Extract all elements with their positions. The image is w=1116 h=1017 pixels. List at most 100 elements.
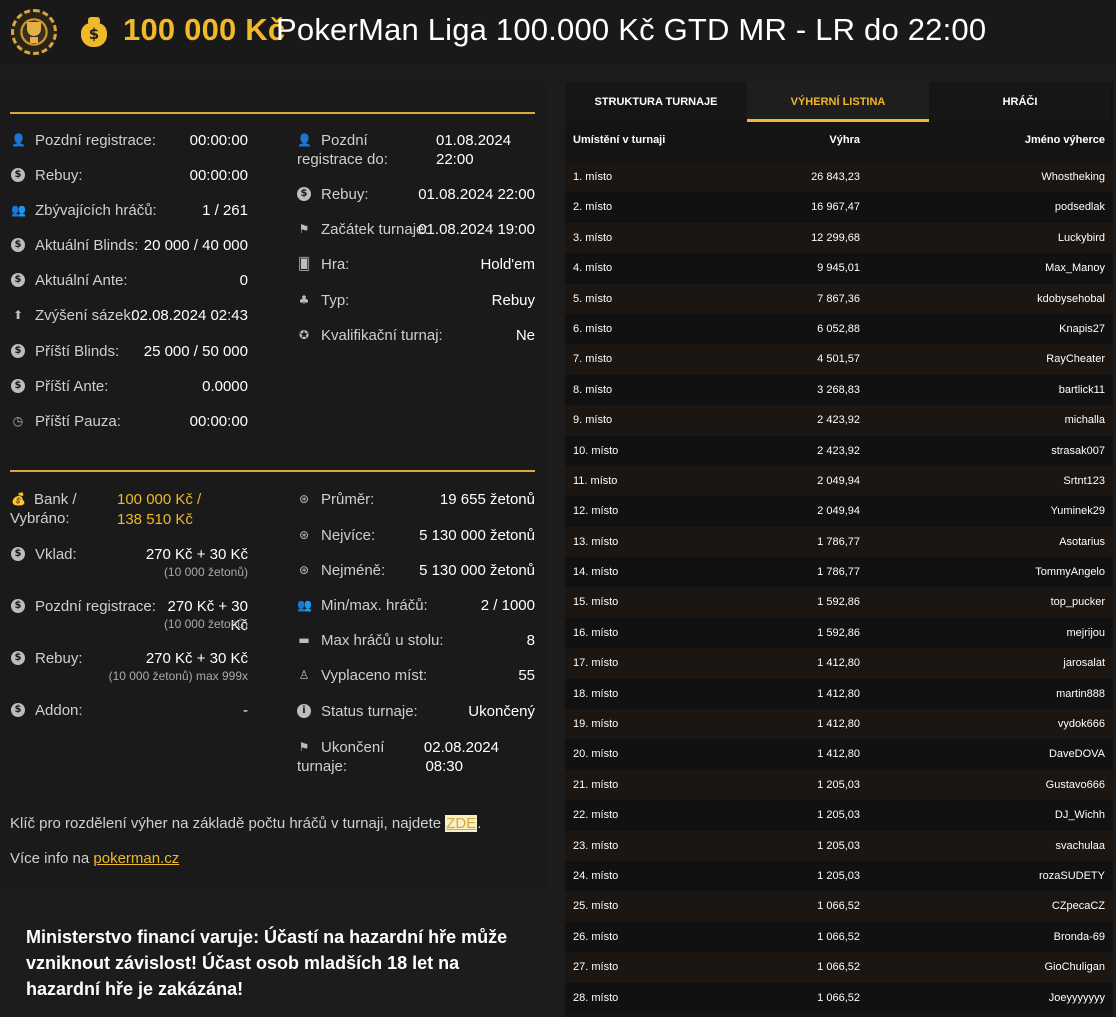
money-bag-icon: $ — [79, 15, 109, 47]
results-panel: STRUKTURA TURNAJE VÝHERNÍ LISTINA HRÁČI … — [565, 82, 1113, 1017]
dollar-coin-icon: $ — [11, 703, 25, 717]
divider — [10, 470, 535, 472]
table-row: 17. místo 1 412,80 jarosalat — [565, 648, 1113, 679]
row-winner: CZpecaCZ — [1051, 900, 1105, 913]
row-winner: Gustavo666 — [1045, 778, 1105, 791]
table-row: 20. místo 1 412,80 DaveDOVA — [565, 739, 1113, 770]
row-place: 5. místo — [573, 292, 613, 305]
row-prize: 1 786,77 — [817, 535, 860, 548]
pokerman-link[interactable]: pokerman.cz — [93, 850, 179, 867]
prize-key-link[interactable]: ZDE — [445, 815, 478, 832]
dollar-coin-icon: $ — [11, 273, 25, 287]
table-row: 8. místo 3 268,83 bartlick11 — [565, 374, 1113, 406]
row-place: 19. místo — [573, 718, 619, 731]
suits-icon: ♣ — [298, 293, 310, 307]
row-winner: Srtnt123 — [1063, 474, 1105, 487]
row-winner: Yuminek29 — [1050, 505, 1105, 518]
row-winner: strasak007 — [1051, 444, 1105, 457]
table-row: 10. místo 2 423,92 strasak007 — [565, 435, 1113, 466]
tab-players[interactable]: HRÁČI — [929, 82, 1111, 122]
table-row: 9. místo 2 423,92 michalla — [565, 405, 1113, 436]
divider — [10, 112, 535, 114]
tab-payout-list[interactable]: VÝHERNÍ LISTINA — [747, 82, 929, 122]
stat-label: Nejméně: — [321, 562, 386, 579]
rebuy-chips: (10 000 žetonů) max 999x — [108, 669, 248, 683]
row-prize: 1 412,80 — [817, 718, 860, 731]
stat-value: 8 — [526, 632, 535, 649]
tab-structure[interactable]: STRUKTURA TURNAJE — [565, 82, 747, 122]
row-place: 7. místo — [573, 353, 613, 366]
row-place: 26. místo — [573, 930, 619, 943]
row-prize: 26 843,23 — [811, 171, 860, 183]
row-prize: 2 423,92 — [817, 414, 860, 427]
table-row: 14. místo 1 786,77 TommyAngelo — [565, 557, 1113, 588]
info-value: 01.08.2024 22:00 — [436, 132, 512, 168]
row-place: 23. místo — [573, 839, 619, 852]
chip-icon: ⊛ — [298, 528, 310, 542]
info-value: Ne — [515, 327, 535, 344]
info-label: Rebuy: — [35, 167, 83, 184]
prize-key-note: Klíč pro rozdělení výher na základě počt… — [10, 815, 481, 832]
page-header: $ 100 000 Kč PokerMan Liga 100.000 Kč GT… — [0, 0, 1116, 64]
row-prize: 2 049,94 — [817, 474, 860, 487]
info-value: 01.08.2024 22:00 — [418, 186, 535, 203]
stat-value: 5 130 000 žetonů — [419, 562, 535, 579]
row-prize: 9 945,01 — [817, 262, 860, 275]
dollar-coin-icon: $ — [11, 379, 25, 393]
info-value: 00:00:00 — [189, 132, 248, 149]
more-info-note: Více info na pokerman.cz — [10, 850, 179, 867]
bank-value: 100 000 Kč / — [117, 491, 202, 508]
table-row: 12. místo 2 049,94 Yuminek29 — [565, 496, 1113, 527]
row-prize: 1 205,03 — [817, 869, 860, 882]
row-place: 16. místo — [573, 626, 619, 639]
bank-label: Bank / Vybráno: — [10, 491, 77, 527]
row-prize: 1 066,52 — [817, 961, 860, 974]
table-row: 26. místo 1 066,52 Bronda-69 — [565, 921, 1113, 953]
info-value: 0 — [239, 272, 248, 289]
stat-value: 55 — [518, 667, 535, 684]
row-place: 11. místo — [573, 474, 618, 487]
trophy-logo-icon — [11, 9, 57, 55]
stat-value: 5 130 000 žetonů — [419, 527, 535, 544]
row-winner: DaveDOVA — [1048, 748, 1105, 761]
row-place: 13. místo — [573, 535, 619, 548]
vklad-label: Vklad: — [35, 546, 77, 563]
table-row: 7. místo 4 501,57 RayCheater — [565, 344, 1113, 375]
row-prize: 1 205,03 — [817, 778, 860, 791]
row-winner: martin888 — [1056, 687, 1105, 700]
info-value: 00:00:00 — [189, 413, 248, 430]
table-header: Umístění v turnaji Výhra Jméno výherce — [565, 134, 1113, 160]
table-row: 15. místo 1 592,86 top_pucker — [565, 587, 1113, 618]
users-icon: 👥 — [297, 598, 312, 612]
prize-key-text: Klíč pro rozdělení výher na základě počt… — [10, 815, 446, 832]
row-place: 18. místo — [573, 687, 619, 700]
row-place: 8. místo — [573, 383, 613, 396]
row-winner: podsedlak — [1054, 201, 1105, 214]
coins-icon: $ — [11, 238, 25, 252]
row-place: 10. místo — [573, 444, 619, 457]
info-value: Rebuy — [491, 292, 535, 309]
table-row: 11. místo 2 049,94 Srtnt123 — [565, 465, 1113, 497]
bank-collected-value: 138 510 Kč — [117, 511, 193, 528]
vklad-value: 270 Kč + 30 Kč — [145, 546, 248, 563]
row-place: 21. místo — [573, 778, 619, 791]
row-place: 24. místo — [573, 869, 619, 882]
cards-icon: 🂠 — [297, 257, 311, 271]
users-icon: 👥 — [11, 203, 26, 217]
row-prize: 1 412,80 — [817, 687, 860, 700]
table-row: 4. místo 9 945,01 Max_Manoy — [565, 253, 1113, 284]
table-row: 23. místo 1 205,03 svachulaa — [565, 830, 1113, 861]
coins-icon: $ — [11, 344, 25, 358]
row-place: 27. místo — [573, 961, 619, 974]
row-winner: Asotarius — [1059, 535, 1105, 548]
header-place: Umístění v turnaji — [573, 134, 666, 146]
table-row: 25. místo 1 066,52 CZpecaCZ — [565, 891, 1113, 922]
row-place: 20. místo — [573, 748, 619, 761]
table-row: 2. místo 16 967,47 podsedlak — [565, 192, 1113, 223]
table-icon: ▬ — [298, 633, 310, 647]
table-row: 28. místo 1 066,52 Joeyyyyyyy — [565, 982, 1113, 1013]
payout-table-body: 1. místo 26 843,23 Whostheking 2. místo 16 9… — [565, 162, 1113, 1013]
row-prize: 6 052,88 — [817, 322, 860, 335]
info-label: Příští Blinds: — [35, 343, 120, 360]
info-value: 25 000 / 50 000 — [143, 343, 248, 360]
